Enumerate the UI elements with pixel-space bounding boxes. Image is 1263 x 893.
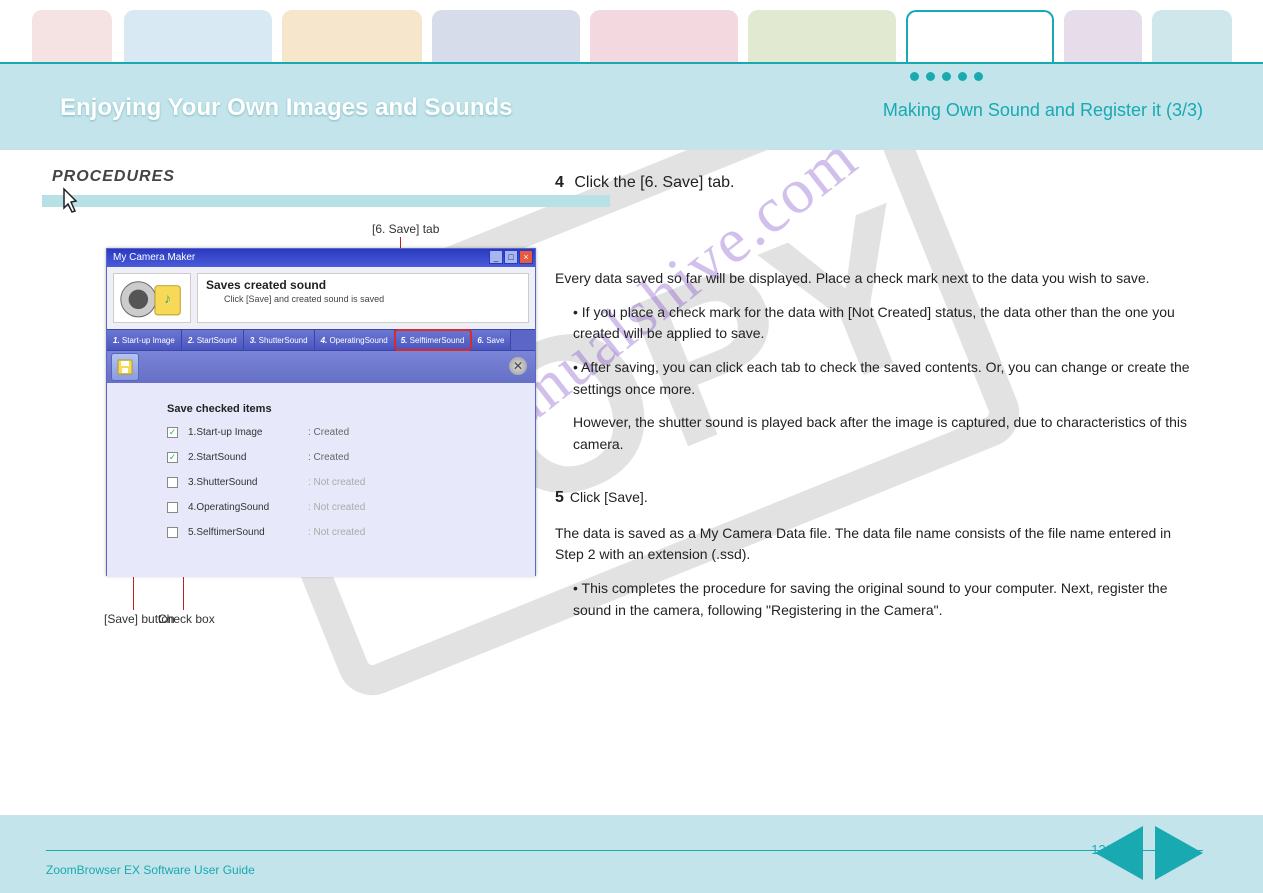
prev-page-button[interactable]: [1089, 826, 1143, 883]
step-5: 5Click [Save].: [555, 486, 1195, 511]
header-dots: [910, 72, 983, 81]
callout-top: [6. Save] tab: [372, 222, 439, 236]
toolbar-close-icon[interactable]: ✕: [509, 357, 527, 375]
top-tab[interactable]: [282, 10, 422, 62]
top-tab-strip: [0, 10, 1263, 62]
window-title-text: My Camera Maker: [113, 252, 195, 263]
procedures-label: PROCEDURES: [52, 168, 175, 186]
save-item-row: ✓ 2.StartSound: Created: [167, 452, 505, 463]
footer-band: ZoomBrowser EX Software User Guide 136: [0, 815, 1263, 893]
callout-bottom: Check box: [158, 612, 215, 626]
maximize-button[interactable]: □: [504, 250, 518, 264]
wizard-tab[interactable]: 5. SelftimerSound: [395, 330, 472, 350]
wizard-tab[interactable]: 6. Save: [471, 330, 511, 350]
top-tab[interactable]: [432, 10, 580, 62]
close-button[interactable]: ×: [519, 250, 533, 264]
banner-title: Saves created sound: [206, 278, 520, 292]
top-tab[interactable]: [748, 10, 896, 62]
save-item-row: 5.SelftimerSound: Not created: [167, 527, 505, 538]
body2-p2: • This completes the procedure for savin…: [573, 578, 1195, 621]
step-4: 4 Click the [6. Save] tab.: [555, 174, 734, 192]
body-p3: • After saving, you can click each tab t…: [573, 357, 1195, 400]
wizard-tab[interactable]: 4. OperatingSound: [315, 330, 395, 350]
item-status: : Not created: [308, 477, 365, 488]
item-label: 4.OperatingSound: [188, 502, 308, 513]
banner-text: Saves created sound Click [Save] and cre…: [197, 273, 529, 323]
app-window: My Camera Maker _ □ × ♪ Saves created so…: [106, 248, 536, 576]
top-tab[interactable]: [32, 10, 112, 62]
header-band: Enjoying Your Own Images and Sounds Maki…: [0, 64, 1263, 150]
checkbox[interactable]: [167, 502, 178, 513]
checkbox[interactable]: ✓: [167, 427, 178, 438]
body2-p1: The data is saved as a My Camera Data fi…: [555, 523, 1195, 566]
window-controls: _ □ ×: [489, 250, 533, 264]
item-status: : Not created: [308, 502, 365, 513]
body-p4: However, the shutter sound is played bac…: [573, 412, 1195, 455]
procedures-bar: [42, 195, 610, 207]
item-status: : Not created: [308, 527, 365, 538]
page-subtitle: Making Own Sound and Register it (3/3): [883, 100, 1203, 121]
banner-subtitle: Click [Save] and created sound is saved: [224, 294, 520, 304]
checkbox[interactable]: [167, 527, 178, 538]
wizard-tab[interactable]: 1. Start-up Image: [107, 330, 182, 350]
checkbox[interactable]: ✓: [167, 452, 178, 463]
minimize-button[interactable]: _: [489, 250, 503, 264]
body-text-column: Every data saved so far will be displaye…: [555, 268, 1195, 633]
mouse-icon: [58, 185, 90, 217]
item-label: 3.ShutterSound: [188, 477, 308, 488]
window-titlebar: My Camera Maker _ □ ×: [107, 249, 535, 267]
item-label: 1.Start-up Image: [188, 427, 308, 438]
window-tabs: 1. Start-up Image2. StartSound3. Shutter…: [107, 329, 535, 351]
top-tab[interactable]: [1064, 10, 1142, 62]
body-title: Save checked items: [167, 403, 505, 415]
top-tab[interactable]: [1152, 10, 1232, 62]
svg-text:♪: ♪: [164, 291, 171, 306]
top-tab[interactable]: [590, 10, 738, 62]
wizard-tab[interactable]: 2. StartSound: [182, 330, 244, 350]
window-body: Save checked items ✓1.Start-up Image: Cr…: [107, 383, 535, 577]
checkbox[interactable]: [167, 477, 178, 488]
next-page-button[interactable]: [1155, 826, 1209, 883]
item-status: : Created: [308, 427, 349, 438]
wizard-tab[interactable]: 3. ShutterSound: [244, 330, 315, 350]
window-toolbar: ✕: [107, 351, 535, 383]
window-banner: ♪ Saves created sound Click [Save] and c…: [107, 267, 535, 329]
save-item-row: 3.ShutterSound: Not created: [167, 477, 505, 488]
item-label: 5.SelftimerSound: [188, 527, 308, 538]
step-number: 4: [555, 174, 564, 191]
body-p2: • If you place a check mark for the data…: [573, 302, 1195, 345]
top-tab[interactable]: [906, 10, 1054, 62]
top-tab[interactable]: [124, 10, 272, 62]
step-text: Click the [6. Save] tab.: [574, 174, 734, 191]
footer-text: ZoomBrowser EX Software User Guide: [46, 863, 255, 877]
banner-icon: ♪: [113, 273, 191, 323]
save-item-row: 4.OperatingSound: Not created: [167, 502, 505, 513]
footer-line: [46, 850, 1203, 851]
item-label: 2.StartSound: [188, 452, 308, 463]
item-status: : Created: [308, 452, 349, 463]
save-button[interactable]: [111, 353, 139, 381]
save-item-row: ✓ 1.Start-up Image: Created: [167, 427, 505, 438]
chapter-title: Enjoying Your Own Images and Sounds: [60, 94, 513, 122]
body-p1: Every data saved so far will be displaye…: [555, 268, 1195, 290]
